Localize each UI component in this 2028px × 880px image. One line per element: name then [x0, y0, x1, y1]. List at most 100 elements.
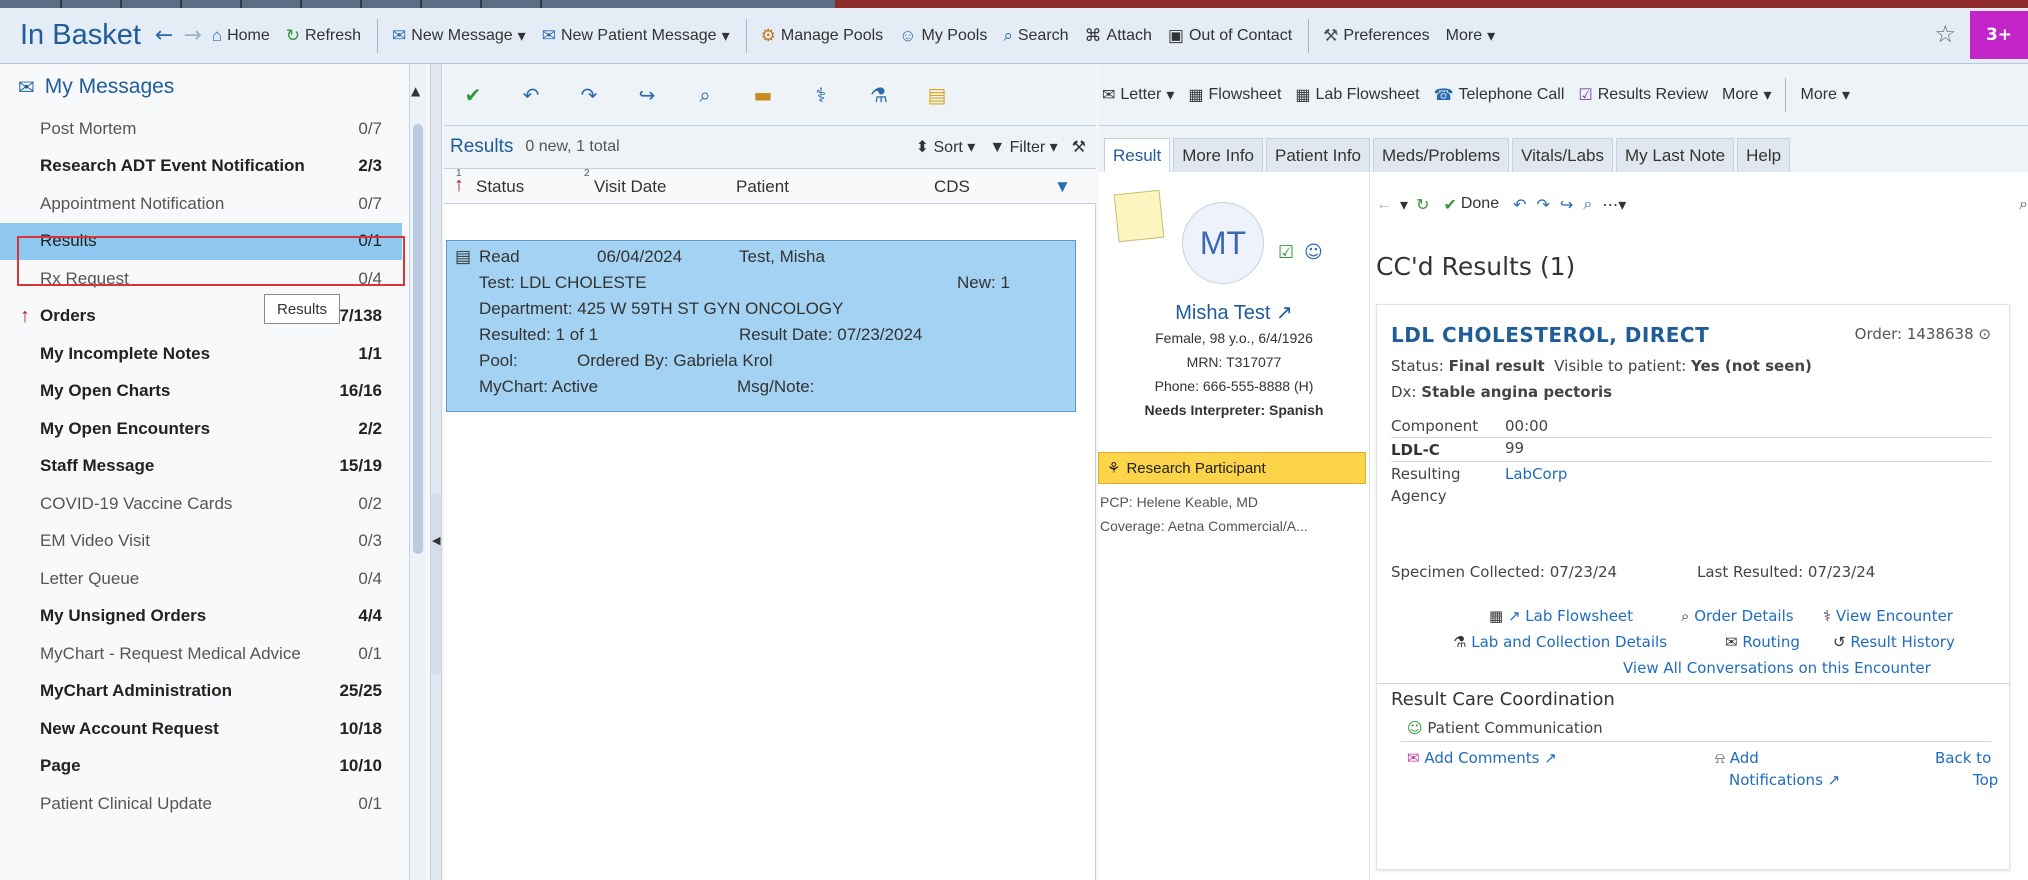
- dropdown-arrow-icon[interactable]: ▾: [722, 26, 730, 46]
- filter-button[interactable]: ▼ Filter ▾: [989, 137, 1057, 157]
- home-button[interactable]: ⌂ Home: [212, 26, 270, 46]
- search-clock-icon[interactable]: ⌕: [676, 83, 734, 107]
- forward-icon[interactable]: ↪: [1560, 195, 1573, 215]
- sidebar-item[interactable]: My Open Encounters 2/2: [0, 410, 402, 448]
- column-filter-icon[interactable]: ▼: [1054, 177, 1071, 197]
- my-pools-button[interactable]: ☺ My Pools: [899, 26, 987, 46]
- dropdown-arrow-icon[interactable]: ▾: [518, 26, 526, 46]
- done-button[interactable]: ✔ Done: [1443, 195, 1499, 215]
- add-notifications-link[interactable]: ⍾ Add: [1715, 749, 1759, 767]
- collapse-left-icon[interactable]: ◀: [432, 534, 440, 547]
- test-name[interactable]: LDL CHOLESTEROL, DIRECT: [1391, 323, 1709, 347]
- notification-badge[interactable]: 3+: [1970, 11, 2028, 59]
- view-encounter-link[interactable]: ⚕ View Encounter: [1823, 607, 1953, 625]
- sidebar-item[interactable]: EM Video Visit 0/3: [0, 523, 402, 561]
- tab-more-info[interactable]: More Info: [1173, 138, 1263, 172]
- tab-vitals-labs[interactable]: Vitals/Labs: [1512, 138, 1613, 172]
- manage-pools-button[interactable]: ⚙ Manage Pools: [761, 26, 884, 46]
- reply-icon[interactable]: ↶: [1513, 195, 1526, 215]
- lab-collection-link[interactable]: ⚗ Lab and Collection Details: [1453, 633, 1667, 651]
- reply-icon[interactable]: ↶: [502, 83, 560, 107]
- sidebar-item[interactable]: Letter Queue 0/4: [0, 560, 402, 598]
- forward-arrow-icon[interactable]: →: [183, 23, 201, 48]
- lab-flowsheet-button[interactable]: ▦ Lab Flowsheet: [1295, 85, 1419, 105]
- note-icon[interactable]: ▤: [908, 83, 966, 107]
- view-all-conversations-link[interactable]: View All Conversations on this Encounter: [1623, 659, 1931, 677]
- column-patient[interactable]: Patient: [736, 177, 789, 197]
- back-arrow-icon[interactable]: ←: [155, 23, 173, 48]
- sidebar-item[interactable]: Page 10/10: [0, 748, 402, 786]
- reply-all-icon[interactable]: ↷: [560, 83, 618, 107]
- column-status[interactable]: Status: [476, 177, 524, 197]
- flowsheet-button[interactable]: ▦ Flowsheet: [1188, 85, 1281, 105]
- tab-help[interactable]: Help: [1737, 138, 1791, 172]
- back-to-top-link-2[interactable]: Top: [1973, 771, 1998, 789]
- more-options-icon[interactable]: ⊙: [1978, 325, 1991, 343]
- sidebar-item[interactable]: Staff Message 15/19: [0, 448, 402, 486]
- sidebar-item[interactable]: Post Mortem 0/7: [0, 110, 402, 148]
- refresh-button[interactable]: ↻ Refresh: [286, 26, 361, 46]
- research-participant-badge[interactable]: ⚘ Research Participant: [1098, 452, 1366, 484]
- routing-link[interactable]: ✉ Routing: [1725, 633, 1800, 651]
- flask-icon[interactable]: ⚗: [850, 83, 908, 107]
- sidebar-item[interactable]: MyChart - Request Medical Advice 0/1: [0, 635, 402, 673]
- add-comments-link[interactable]: ✉ Add Comments ↗: [1407, 749, 1557, 767]
- more-options-icon[interactable]: ⋯▾: [1602, 195, 1626, 215]
- tab-result[interactable]: Result: [1104, 138, 1171, 172]
- refresh-icon[interactable]: ↻: [1416, 195, 1429, 215]
- column-cds[interactable]: CDS: [934, 177, 970, 197]
- scroll-up-icon[interactable]: ▲: [411, 84, 420, 98]
- search-clock-icon[interactable]: ⌕: [1583, 196, 1592, 214]
- out-of-contact-button[interactable]: ▣ Out of Contact: [1168, 26, 1292, 46]
- sidebar-item[interactable]: My Unsigned Orders 4/4: [0, 598, 402, 636]
- agency-link[interactable]: LabCorp: [1505, 465, 1567, 483]
- tab-patient-info[interactable]: Patient Info: [1266, 138, 1371, 172]
- chat-search-icon[interactable]: ⌕: [2019, 196, 2028, 214]
- sidebar-item[interactable]: Research ADT Event Notification 2/3: [0, 148, 402, 186]
- folder-icon[interactable]: ▬: [734, 83, 792, 107]
- attach-button[interactable]: ⌘ Attach: [1085, 26, 1152, 46]
- sidebar-item[interactable]: ↑ Orders 137/138: [0, 298, 402, 336]
- tab-meds-problems[interactable]: Meds/Problems: [1373, 138, 1510, 172]
- new-message-button[interactable]: ✉ New Message ▾: [392, 26, 526, 46]
- results-review-button[interactable]: ☑ Results Review: [1578, 85, 1708, 105]
- back-to-top-link[interactable]: Back to: [1935, 749, 1991, 767]
- add-notifications-link-2[interactable]: Notifications ↗: [1729, 771, 1840, 789]
- sidebar-item[interactable]: My Open Charts 16/16: [0, 373, 402, 411]
- patient-name[interactable]: Misha Test ↗: [1098, 300, 1370, 325]
- reply-all-icon[interactable]: ↷: [1537, 195, 1550, 215]
- sidebar-item[interactable]: COVID-19 Vaccine Cards 0/2: [0, 485, 402, 523]
- new-patient-message-button[interactable]: ✉ New Patient Message ▾: [542, 26, 730, 46]
- forward-icon[interactable]: ↪: [618, 83, 676, 107]
- result-row[interactable]: ▤ Read 06/04/2024 Test, Misha Test: LDL …: [446, 240, 1076, 412]
- order-details-link[interactable]: ⌕ Order Details: [1681, 607, 1794, 625]
- telephone-call-button[interactable]: ☎ Telephone Call: [1434, 85, 1565, 105]
- lab-flowsheet-link[interactable]: ▦ ↗ Lab Flowsheet: [1489, 607, 1633, 625]
- wrench-icon[interactable]: ⚒: [1072, 137, 1086, 157]
- checkmark-icon[interactable]: ✔: [444, 83, 502, 107]
- back-arrow-icon[interactable]: ←: [1376, 196, 1392, 214]
- more-tools-button-2[interactable]: More ▾: [1800, 85, 1849, 105]
- sidebar-item[interactable]: MyChart Administration 25/25: [0, 673, 402, 711]
- panel-splitter[interactable]: ◀: [430, 64, 442, 880]
- folder-scrollbar[interactable]: ▲: [410, 64, 426, 880]
- sticky-note-icon[interactable]: [1113, 189, 1165, 243]
- favorite-star-icon[interactable]: ☆: [1934, 20, 1956, 48]
- sidebar-item[interactable]: Appointment Notification 0/7: [0, 185, 402, 223]
- sidebar-item[interactable]: New Account Request 10/18: [0, 710, 402, 748]
- patient-avatar[interactable]: MT: [1182, 202, 1264, 284]
- my-messages-header[interactable]: ✉ My Messages: [0, 64, 410, 110]
- column-visit-date[interactable]: Visit Date: [594, 177, 666, 197]
- more-button[interactable]: More ▾: [1446, 26, 1495, 46]
- stethoscope-icon[interactable]: ⚕: [792, 83, 850, 107]
- tab-my-last-note[interactable]: My Last Note: [1615, 138, 1735, 172]
- search-button[interactable]: ⌕ Search: [1003, 26, 1068, 46]
- result-history-link[interactable]: ↺ Result History: [1833, 633, 1955, 651]
- sidebar-item[interactable]: My Incomplete Notes 1/1: [0, 335, 402, 373]
- dropdown-arrow-icon[interactable]: ▾: [1400, 195, 1408, 215]
- letter-button[interactable]: ✉ Letter ▾: [1102, 85, 1174, 105]
- sort-button[interactable]: ⬍ Sort ▾: [916, 137, 976, 157]
- preferences-button[interactable]: ⚒ Preferences: [1323, 26, 1430, 46]
- more-tools-button-1[interactable]: More ▾: [1722, 85, 1771, 105]
- sidebar-item[interactable]: Patient Clinical Update 0/1: [0, 785, 402, 823]
